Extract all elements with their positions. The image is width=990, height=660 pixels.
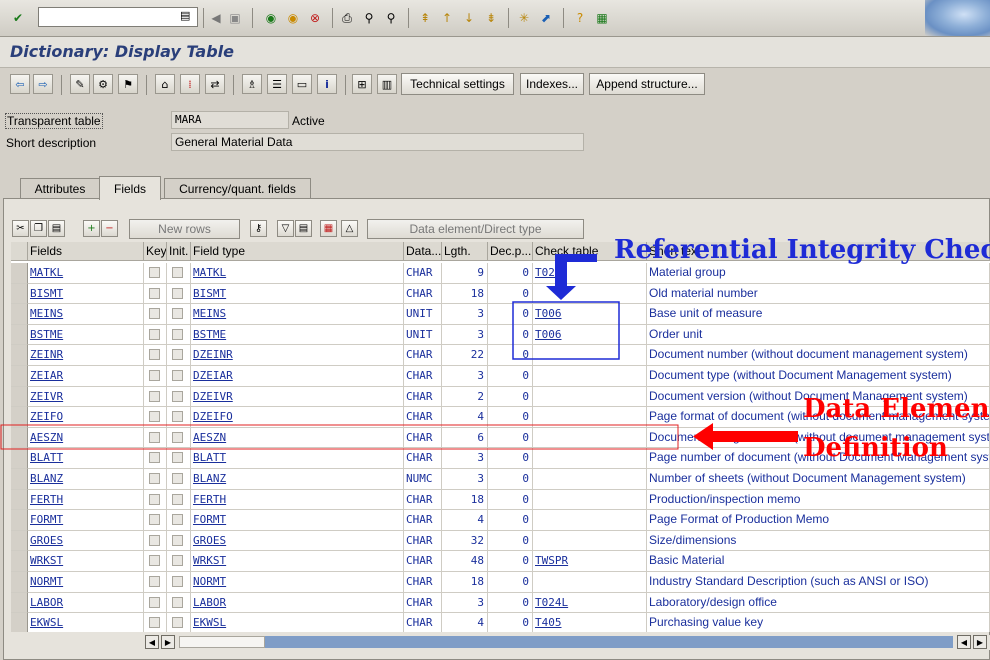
data-element-arrow-icon — [693, 423, 798, 450]
definition-annotation: Definition — [803, 433, 948, 463]
data-element-annotation: Data Element — [803, 394, 990, 424]
data-element-row-box — [0, 424, 679, 450]
referential-integrity-annotation: Referential Integrity Check — [614, 235, 990, 265]
tab-fields[interactable]: Fields — [99, 176, 161, 200]
annotation-overlay — [0, 254, 798, 450]
referential-arrow-icon — [546, 254, 597, 300]
referential-check-box — [512, 301, 620, 360]
